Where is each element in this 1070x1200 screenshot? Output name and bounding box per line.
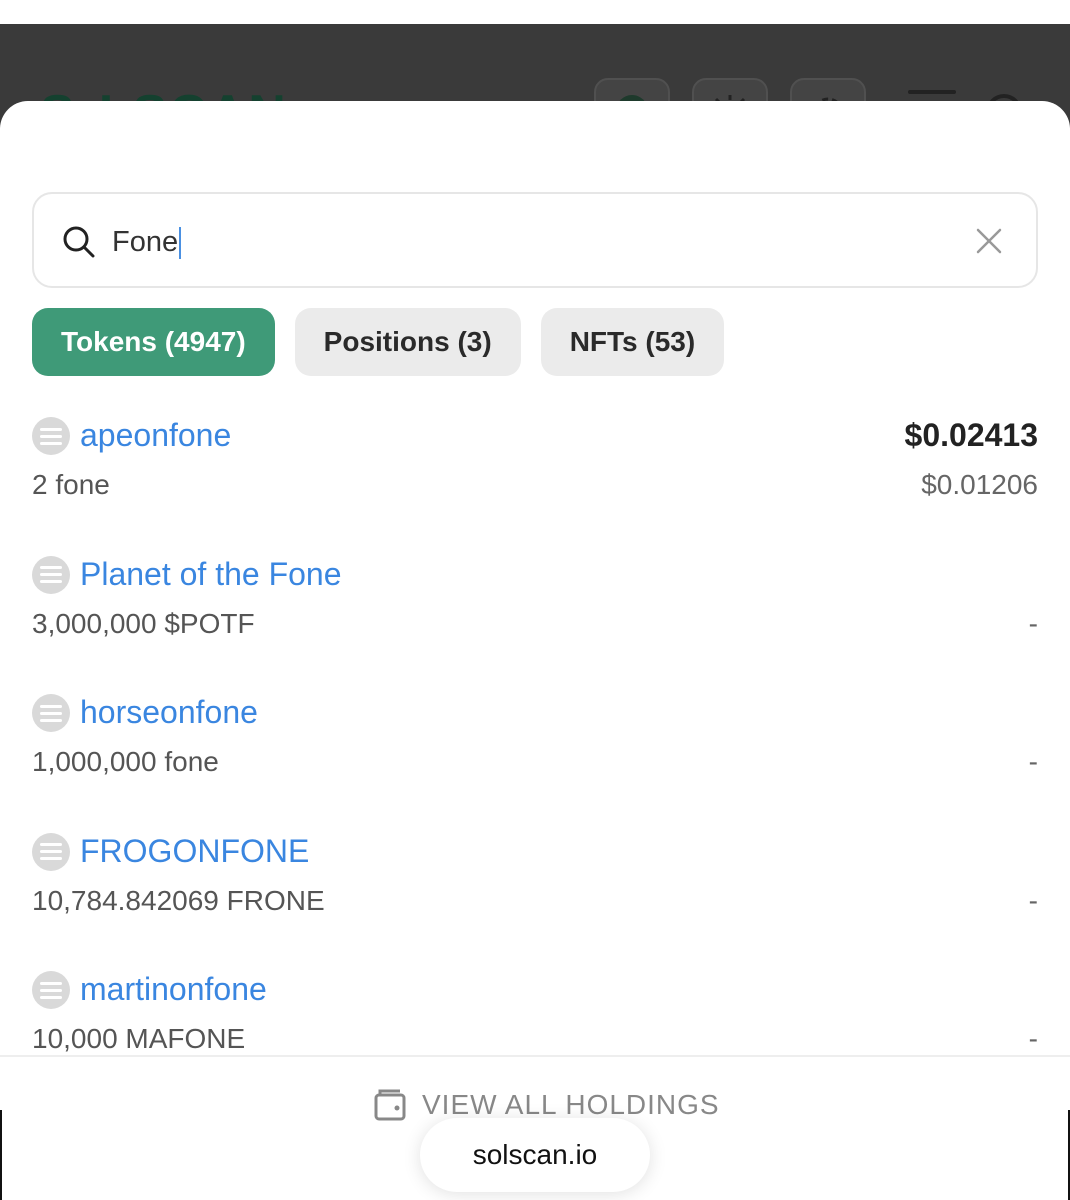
token-amount: 2 fone (32, 469, 110, 500)
result-tabs: Tokens (4947) Positions (3) NFTs (53) (32, 308, 725, 376)
token-name[interactable]: Planet of the Fone (80, 552, 342, 596)
search-modal: Fone Tokens (4947) Positions (3) NFTs (5… (0, 101, 1070, 1200)
tab-tokens[interactable]: Tokens (4947) (32, 308, 275, 376)
token-price: $0.02413 (904, 417, 1038, 453)
search-input-text: Fone (112, 226, 179, 258)
token-value: - (1028, 746, 1038, 777)
wallet-icon (374, 1089, 406, 1121)
token-name[interactable]: horseonfone (80, 690, 258, 734)
token-amount: 10,000 MAFONE (32, 1023, 246, 1054)
list-item[interactable]: Planet of the Fone 3,000,000 $POTF - (32, 550, 1038, 689)
token-name[interactable]: apeonfone (80, 413, 231, 457)
token-amount: 1,000,000 fone (32, 746, 219, 777)
solana-token-icon (32, 417, 70, 455)
close-icon[interactable] (974, 226, 1004, 256)
token-name[interactable]: martinonfone (80, 967, 267, 1011)
tab-nfts[interactable]: NFTs (53) (540, 308, 725, 376)
token-value: - (1028, 1023, 1038, 1054)
token-amount: 3,000,000 $POTF (32, 607, 255, 639)
list-item[interactable]: FROGONFONE 10,784.842069 FRONE - (32, 827, 1038, 966)
solana-token-icon (32, 832, 70, 871)
frame-edge (0, 1110, 2, 1200)
token-name[interactable]: FROGONFONE (80, 829, 309, 873)
token-value: - (1028, 884, 1038, 916)
token-value: $0.01206 (921, 469, 1038, 500)
text-caret (179, 227, 182, 260)
list-item[interactable]: apeonfone 2 fone $0.02413 $0.01206 (32, 411, 1038, 550)
search-field[interactable]: Fone (32, 192, 1038, 288)
token-value: - (1028, 607, 1038, 639)
url-text: solscan.io (472, 1139, 598, 1170)
token-amount: 10,784.842069 FRONE (32, 884, 325, 916)
status-bar-area (0, 0, 1070, 24)
tab-positions[interactable]: Positions (3) (294, 308, 521, 376)
view-all-label: VIEW ALL HOLDINGS (422, 1089, 720, 1120)
search-input[interactable]: Fone (112, 224, 182, 260)
solana-token-icon (32, 971, 70, 1009)
search-icon (63, 226, 95, 258)
solana-token-icon (32, 694, 70, 732)
solana-token-icon (32, 555, 70, 594)
token-results-list: apeonfone 2 fone $0.02413 $0.01206 Plane… (32, 411, 1038, 1104)
list-item[interactable]: horseonfone 1,000,000 fone - (32, 688, 1038, 827)
browser-url-bar[interactable]: solscan.io (420, 1118, 650, 1192)
